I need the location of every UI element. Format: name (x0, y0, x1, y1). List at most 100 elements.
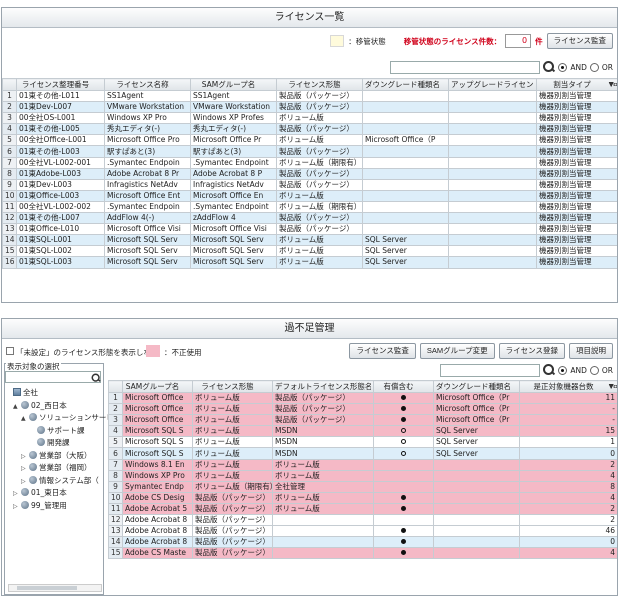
hide-unset-checkbox[interactable] (6, 347, 14, 355)
column-header[interactable]: ライセンス形態 ▼▫ (276, 78, 617, 91)
tree-node[interactable]: サポート課 (5, 425, 101, 438)
table-row[interactable]: 11 00全社VL-L002-002 .Symantec Endpoin .Syman… (2, 200, 617, 214)
table-cell: 2 (519, 514, 617, 527)
table-row[interactable]: 14 Adobe Acrobat 8 製品版（パッケージ） 0 (108, 536, 617, 549)
table-row[interactable]: 1 01東その他-L011 SS1Agent SS1Agent 製品版（パッケージ） 機器… (2, 89, 617, 103)
column-header[interactable]: ライセンス形態 ▼▫ (192, 380, 617, 393)
table-row[interactable]: 13 01東Office-L010 Microsoft Office Visi Mic… (2, 223, 617, 236)
filter-icon[interactable]: ▼▫ (609, 382, 617, 392)
license-search-input[interactable] (390, 60, 541, 74)
table-row[interactable]: 16 01東SQL-L003 Microsoft SQL Serv Microsoft… (2, 256, 617, 269)
column-header[interactable]: ライセンス整理番号 ▼▫ (16, 78, 617, 91)
column-header[interactable]: 有償含む ▼▫ (373, 380, 617, 393)
table-row[interactable]: 2 01東Dev-L007 VMware Workstation VMware Wor… (2, 101, 617, 114)
search-icon[interactable] (543, 364, 555, 376)
license-audit-button[interactable]: ライセンス監査 (546, 33, 613, 49)
column-header[interactable]: 是正対象機器台数 ▼▫ (519, 380, 617, 393)
table-cell: .Symantec Endpoint (190, 156, 277, 169)
table-cell: Microsoft Office（Pr (433, 403, 520, 416)
table-cell: 4 (519, 547, 617, 560)
table-row[interactable]: 6 01東その他-L003 駅すぱあと(3) 駅すぱあと(3) 製品版（パッケージ） 機器… (2, 145, 617, 158)
or-radio[interactable] (589, 365, 599, 375)
license-register-button[interactable]: ライセンス登録 (498, 343, 565, 359)
tree-node[interactable]: ▷ 営業部（大阪） (5, 450, 101, 463)
expand-toggle-icon[interactable]: ▷ (13, 501, 21, 514)
table-cell (433, 480, 520, 493)
table-row[interactable]: 15 01東SQL-L002 Microsoft SQL Serv Microsoft… (2, 245, 617, 258)
filter-icon[interactable]: ▼▫ (609, 80, 617, 90)
table-row[interactable]: 7 00全社VL-L002-001 .Symantec Endpoin .Symant… (2, 156, 617, 169)
table-row[interactable]: 10 Adobe CS Desig 製品版（パッケージ） ボリューム版 4 (108, 491, 617, 504)
column-header-label: 是正対象機器台数 (533, 381, 594, 391)
sam-group-change-button[interactable]: SAMグループ変更 (419, 343, 495, 359)
column-header[interactable]: アップグレードライセンス ▼▫ (448, 78, 617, 91)
and-radio[interactable] (558, 62, 568, 72)
table-row[interactable]: 15 Adobe CS Maste 製品版（パッケージ） 4 (108, 547, 617, 560)
table-cell: Windows 8.1 En (122, 458, 193, 471)
tree-node[interactable]: 開発課 (5, 437, 101, 450)
table-row[interactable]: 9 01東Dev-L003 Infragistics NetAdv Infragist… (2, 178, 617, 191)
search-icon[interactable] (91, 373, 101, 383)
search-icon[interactable] (543, 61, 555, 73)
table-row[interactable]: 11 Adobe Acrobat 5 製品版（パッケージ） ボリューム版 2 (108, 502, 617, 516)
table-row[interactable]: 10 01東Office-L003 Microsoft Office Ent Micr… (2, 189, 617, 202)
table-row[interactable]: 12 Adobe Acrobat 8 製品版（パッケージ） 2 (108, 514, 617, 527)
table-row[interactable]: 14 01東SQL-L001 Microsoft SQL Serv Microsoft… (2, 234, 617, 247)
tree-node[interactable]: ▷ 営業部（福岡） (5, 462, 101, 475)
tree-node[interactable]: ▷ 01_東日本 (5, 487, 101, 500)
table-row[interactable]: 1 Microsoft Office ボリューム版 製品版（パッケージ） Microso… (108, 391, 617, 405)
column-header[interactable]: ダウングレード種類名 ▼▫ (362, 78, 617, 91)
tree-horizontal-scrollbar[interactable] (8, 584, 102, 592)
row-number: 14 (2, 234, 17, 247)
table-row[interactable]: 3 00全社OS-L001 Windows XP Pro Windows XP Pro… (2, 112, 617, 125)
table-cell: 01東Office-L010 (16, 223, 105, 236)
tree-node[interactable]: ▷ 情報システム部（ (5, 475, 101, 488)
table-row[interactable]: 8 Windows XP Pro ボリューム版 ボリューム版 4 (108, 469, 617, 482)
and-radio[interactable] (558, 365, 568, 375)
row-number: 6 (2, 145, 17, 158)
tree-node[interactable]: ▲ ソリューションサービ (5, 412, 114, 425)
table-row[interactable]: 5 00全社Office-L001 Microsoft Office Pro Micr… (2, 134, 617, 147)
tree-node[interactable]: ▲ 02_西日本 (5, 400, 101, 413)
table-row[interactable]: 2 Microsoft Office ボリューム版 製品版（パッケージ） Microso… (108, 403, 617, 416)
column-header[interactable]: デフォルトライセンス形態名 ▼▫ (272, 380, 617, 393)
row-number: 7 (108, 458, 123, 471)
row-number-header[interactable] (108, 380, 123, 393)
license-list-toolbar: ：移管状態 移管状態のライセンス件数： 0 件 ライセンス監査 (330, 32, 613, 50)
table-row[interactable]: 6 Microsoft SQL S ボリューム版 MSDN SQL Server 0 (108, 447, 617, 460)
paid-filled-dot-icon (401, 539, 406, 545)
column-header[interactable]: SAMグループ名 ▼▫ (190, 78, 617, 91)
column-header[interactable]: ダウングレード種類名 ▼▫ (433, 380, 617, 393)
table-cell (373, 502, 434, 516)
or-radio[interactable] (589, 62, 599, 72)
excess-search-input[interactable] (440, 363, 541, 377)
table-row[interactable]: 12 01東その他-L007 AddFlow 4(-) zAddFlow 4 製品版（パ… (2, 212, 617, 225)
table-cell: 00全社VL-L002-002 (16, 200, 105, 214)
table-row[interactable]: 4 01東その他-L005 秀丸エディタ(-) 秀丸エディタ(-) 製品版（パッケージ）… (2, 123, 617, 136)
row-number-header[interactable] (2, 78, 17, 91)
row-number: 14 (108, 536, 123, 549)
group-icon (29, 413, 37, 421)
table-cell: 1 (519, 436, 617, 449)
item-description-button[interactable]: 項目説明 (569, 343, 613, 359)
table-cell: Microsoft Office（Pr (433, 414, 520, 427)
paid-filled-dot-icon (401, 406, 406, 412)
table-row[interactable]: 7 Windows 8.1 En ボリューム版 ボリューム版 2 (108, 458, 617, 471)
license-audit-button-2[interactable]: ライセンス監査 (349, 343, 416, 359)
table-row[interactable]: 9 Symantec Endp ボリューム版（期限有） 全社管理 8 (108, 480, 617, 493)
table-row[interactable]: 13 Adobe Acrobat 8 製品版（パッケージ） 46 (108, 525, 617, 538)
column-header[interactable]: 割当タイプ ▼▫ (536, 78, 617, 91)
table-row[interactable]: 8 01東Adobe-L003 Adobe Acrobat 8 Pr Adobe Ac… (2, 167, 617, 180)
table-row[interactable]: 3 Microsoft Office ボリューム版 製品版（パッケージ） Microso… (108, 414, 617, 427)
table-cell: Microsoft Office（P (362, 134, 449, 147)
table-cell: 4 (519, 469, 617, 482)
tree-node[interactable]: 全社 (5, 387, 101, 400)
column-header[interactable]: ライセンス名称 ▼▫ (104, 78, 617, 91)
table-row[interactable]: 4 Microsoft SQL S ボリューム版 MSDN SQL Server 15 (108, 425, 617, 438)
column-header[interactable]: SAMグループ名 ▼▫ (122, 380, 617, 393)
table-cell: 11 (519, 391, 617, 405)
tree-node[interactable]: ▷ 99_管理用 (5, 500, 101, 513)
table-row[interactable]: 5 Microsoft SQL S ボリューム版 MSDN SQL Server 1 (108, 436, 617, 449)
row-number: 6 (108, 447, 123, 460)
tree-search-input[interactable] (5, 371, 101, 383)
